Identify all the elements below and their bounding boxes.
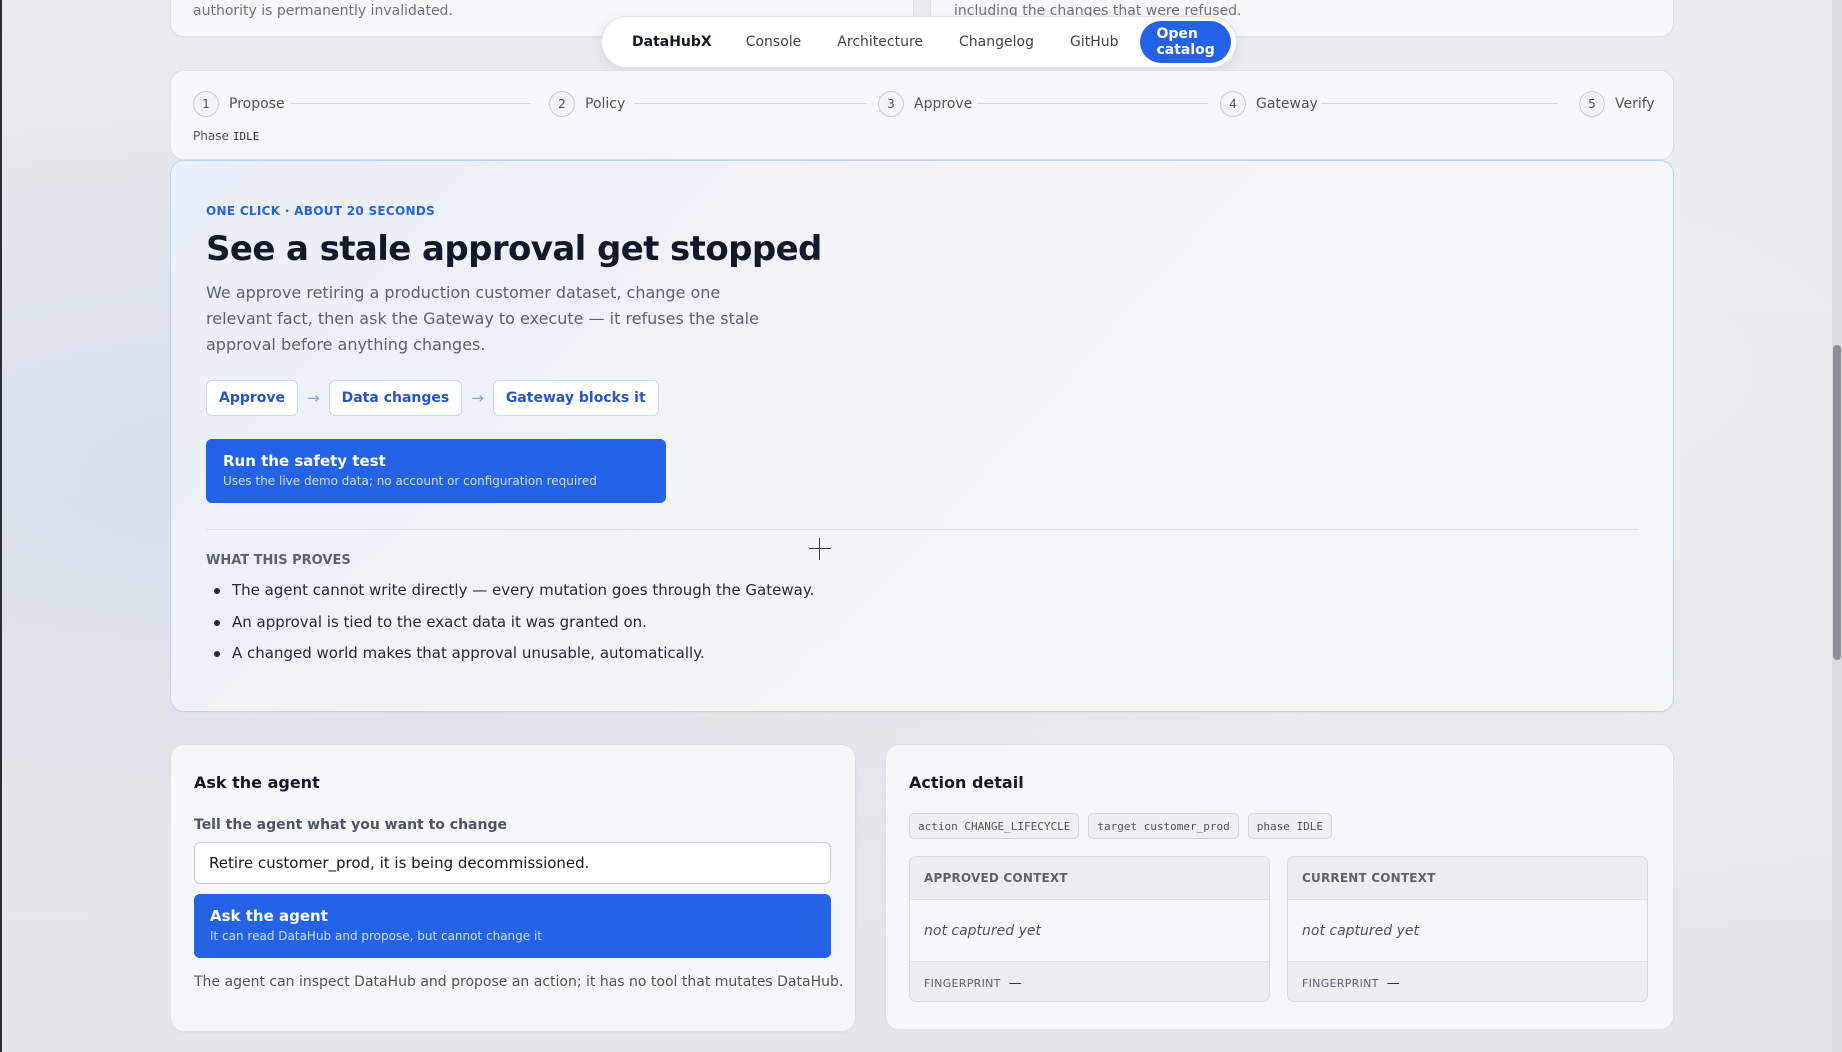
chip-data-changes: Data changes <box>328 380 463 416</box>
demo-hero-card: ONE CLICK · ABOUT 20 SECONDS See a stale… <box>170 160 1674 712</box>
step-verify: 5 Verify <box>1579 91 1655 117</box>
approved-context-heading: APPROVED CONTEXT <box>910 857 1269 900</box>
phase-indicator: Phase IDLE <box>193 129 259 143</box>
step-connector <box>291 103 531 104</box>
bullet-icon <box>214 651 220 657</box>
step-number: 5 <box>1579 91 1605 117</box>
run-safety-test-button[interactable]: Run the safety test Uses the live demo d… <box>206 439 666 503</box>
window-edge <box>0 0 2 1052</box>
current-context-value: not captured yet <box>1288 900 1647 962</box>
approved-context-panel: APPROVED CONTEXT not captured yet FINGER… <box>909 856 1270 1002</box>
brand-link[interactable]: DataHubX <box>632 34 712 50</box>
chip-approve: Approve <box>206 380 299 416</box>
step-number: 3 <box>878 91 904 117</box>
step-label: Gateway <box>1256 96 1318 112</box>
ask-agent-button[interactable]: Ask the agent It can read DataHub and pr… <box>194 894 831 958</box>
list-item: The agent cannot write directly — every … <box>206 581 814 613</box>
fingerprint-label: FINGERPRINT <box>1302 976 1379 990</box>
step-connector <box>977 103 1208 104</box>
step-number: 4 <box>1220 91 1246 117</box>
step-connector <box>1321 103 1558 104</box>
approved-context-value: not captured yet <box>910 900 1269 962</box>
arrow-right-icon: → <box>471 389 484 407</box>
step-label: Approve <box>914 96 973 112</box>
flow-chips: Approve → Data changes → Gateway blocks … <box>206 380 659 416</box>
approved-fingerprint: FINGERPRINT — <box>910 962 1269 1001</box>
list-item: A changed world makes that approval unus… <box>206 644 814 676</box>
hero-title: See a stale approval get stopped <box>206 229 822 269</box>
bullet-icon <box>214 619 220 626</box>
hero-divider <box>206 529 1638 530</box>
current-fingerprint: FINGERPRINT — <box>1288 962 1647 1001</box>
step-approve: 3 Approve <box>878 91 972 117</box>
fingerprint-value: — <box>1386 975 1400 991</box>
run-safety-test-subtitle: Uses the live demo data; no account or c… <box>223 474 597 488</box>
step-label: Policy <box>585 96 626 112</box>
request-input[interactable]: Retire customer_prod, it is being decomm… <box>194 842 831 884</box>
scrollbar-thumb[interactable] <box>1833 345 1841 660</box>
ask-agent-footnote: The agent can inspect DataHub and propos… <box>194 974 844 990</box>
step-gateway: 4 Gateway <box>1220 91 1318 117</box>
action-detail-title: Action detail <box>909 773 1024 792</box>
phase-value: IDLE <box>232 130 260 143</box>
step-number: 1 <box>193 91 219 117</box>
nav-link-github[interactable]: GitHub <box>1070 34 1119 50</box>
hero-description: We approve retiring a production custome… <box>206 283 759 354</box>
bullet-icon <box>214 588 220 594</box>
step-policy: 2 Policy <box>549 91 625 117</box>
nav-link-console[interactable]: Console <box>746 34 802 50</box>
top-nav: DataHubX Console Architecture Changelog … <box>601 16 1237 68</box>
action-detail-card: Action detail action CHANGE_LIFECYCLE ta… <box>885 744 1674 1030</box>
arrow-right-icon: → <box>307 389 320 407</box>
hero-eyebrow: ONE CLICK · ABOUT 20 SECONDS <box>206 204 436 218</box>
chip-gateway-blocks: Gateway blocks it <box>492 380 659 416</box>
step-number: 2 <box>549 91 575 117</box>
nav-link-architecture[interactable]: Architecture <box>837 34 923 50</box>
list-item-text: The agent cannot write directly — every … <box>232 581 815 599</box>
fingerprint-label: FINGERPRINT <box>924 976 1001 990</box>
tag-target: target customer_prod <box>1088 813 1239 839</box>
list-item: An approval is tied to the exact data it… <box>206 613 814 645</box>
tag-action: action CHANGE_LIFECYCLE <box>909 813 1080 839</box>
ask-agent-title: Ask the agent <box>194 773 320 792</box>
ask-agent-button-title: Ask the agent <box>210 907 328 925</box>
current-context-panel: CURRENT CONTEXT not captured yet FINGERP… <box>1287 856 1648 1002</box>
request-field-label: Tell the agent what you want to change <box>194 817 507 833</box>
action-tags: action CHANGE_LIFECYCLE target customer_… <box>909 813 1341 839</box>
ask-agent-card: Ask the agent Tell the agent what you wa… <box>170 744 856 1032</box>
list-item-text: An approval is tied to the exact data it… <box>232 612 647 631</box>
tag-phase: phase IDLE <box>1247 813 1333 839</box>
proves-list: The agent cannot write directly — every … <box>206 581 814 676</box>
step-label: Verify <box>1615 96 1655 112</box>
crosshair-cursor-icon <box>809 538 831 560</box>
open-catalog-button[interactable]: Open catalog <box>1140 21 1231 63</box>
proves-heading: WHAT THIS PROVES <box>206 553 351 568</box>
phase-label: Phase <box>193 129 229 143</box>
fingerprint-value: — <box>1008 975 1022 991</box>
progress-stepper: 1 Propose 2 Policy 3 Approve 4 Gateway 5… <box>170 70 1674 160</box>
previous-card-left-text: authority is permanently invalidated. <box>193 3 453 19</box>
current-context-heading: CURRENT CONTEXT <box>1288 857 1647 900</box>
step-propose: 1 Propose <box>193 91 285 117</box>
step-connector <box>634 103 867 104</box>
run-safety-test-title: Run the safety test <box>223 452 386 470</box>
nav-link-changelog[interactable]: Changelog <box>959 34 1034 50</box>
ask-agent-button-subtitle: It can read DataHub and propose, but can… <box>210 929 543 943</box>
list-item-text: A changed world makes that approval unus… <box>232 644 705 662</box>
step-label: Propose <box>229 96 285 112</box>
